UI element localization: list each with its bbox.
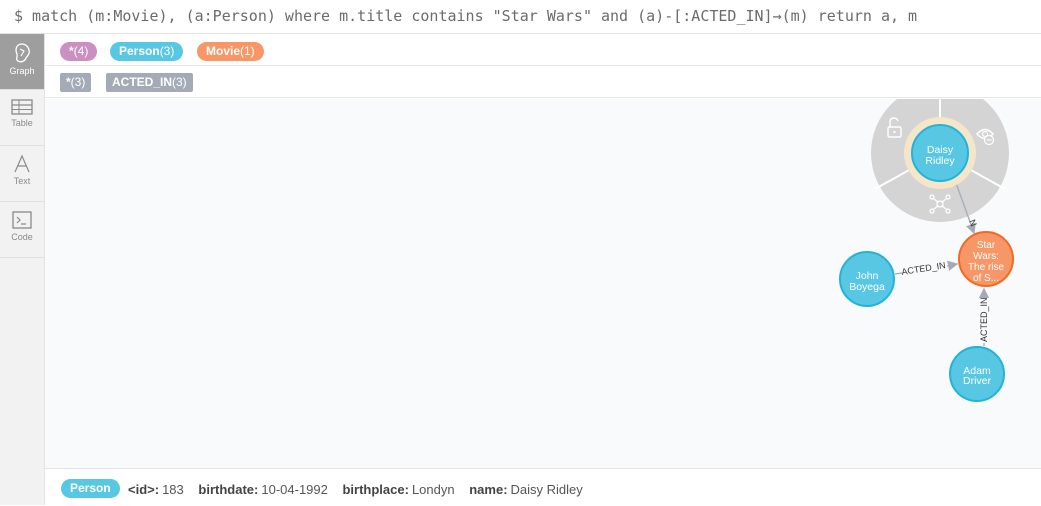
graph-view-button[interactable]: Graph	[0, 34, 44, 90]
rel-type-acted-in-name: ACTED_IN	[112, 75, 173, 89]
node-star-wars[interactable]: Star Wars: The rise of S...	[958, 231, 1014, 287]
node-caption: Wars:	[973, 251, 999, 262]
node-adam-driver[interactable]: Adam Driver	[949, 346, 1005, 402]
node-caption: Star	[977, 240, 996, 251]
node-label-all-count: (4)	[73, 44, 89, 58]
node-caption: Boyega	[849, 281, 885, 293]
table-view-button[interactable]: Table	[0, 90, 44, 146]
relationship-type-legend: *(3) ACTED_IN(3)	[45, 66, 1041, 98]
prop-key: name:	[469, 482, 508, 497]
rel-type-all-count: (3)	[70, 75, 86, 89]
node-caption: Driver	[963, 375, 992, 387]
node-label-person-name: Person	[119, 44, 160, 58]
prop-value: Daisy Ridley	[510, 482, 583, 497]
code-view-button[interactable]: Code	[0, 202, 44, 258]
node-caption: The rise	[968, 262, 1005, 273]
query-editor[interactable]: $ match (m:Movie), (a:Person) where m.ti…	[0, 0, 1041, 34]
graph-view-label: Graph	[9, 66, 35, 76]
prop-key: <id>:	[128, 482, 160, 497]
graph-icon	[15, 43, 30, 63]
node-daisy-ridley[interactable]: Daisy Ridley	[904, 117, 976, 189]
table-icon	[11, 99, 33, 115]
relationship-adam-to-movie[interactable]: ACTED_IN	[978, 287, 990, 346]
prop-value: 183	[162, 482, 184, 497]
code-icon	[12, 211, 32, 229]
node-label-all-pill[interactable]: *(4)	[60, 42, 98, 61]
graph-canvas[interactable]: N ACTED_IN ACTED_IN Daisy Ridley Star Wa…	[45, 99, 1041, 468]
node-label-movie-count: (1)	[240, 44, 255, 58]
node-label-movie-name: Movie	[206, 44, 241, 58]
relationship-label: ACTED_IN	[979, 297, 989, 342]
node-label-person-pill[interactable]: Person(3)	[110, 42, 184, 61]
node-label-person-count: (3)	[159, 44, 175, 58]
text-icon	[14, 154, 30, 173]
rel-type-all-pill[interactable]: *(3)	[60, 73, 92, 92]
prop-key: birthplace:	[342, 482, 409, 497]
node-properties: <id>: 183 birthdate: 10-04-1992 birthplace…	[128, 482, 594, 497]
rel-type-acted-in-count: (3)	[172, 75, 187, 89]
node-label-movie-pill[interactable]: Movie(1)	[197, 42, 264, 61]
code-view-label: Code	[11, 232, 33, 242]
text-view-label: Text	[13, 176, 31, 186]
prop-key: birthdate:	[198, 482, 259, 497]
prop-value: 10-04-1992	[261, 482, 328, 497]
node-john-boyega[interactable]: John Boyega	[839, 251, 895, 307]
property-inspector: Person <id>: 183 birthdate: 10-04-1992 bir…	[45, 468, 1041, 506]
node-label-legend: *(4) Person(3) Movie(1)	[45, 34, 1041, 66]
table-view-label: Table	[11, 118, 33, 128]
node-caption: of S...	[973, 273, 999, 284]
graph-svg[interactable]: N ACTED_IN ACTED_IN Daisy Ridley Star Wa…	[45, 99, 1041, 468]
rel-type-acted-in-pill[interactable]: ACTED_IN(3)	[106, 73, 193, 92]
selected-node-label[interactable]: Person	[61, 479, 120, 498]
relationship-john-to-movie[interactable]: ACTED_IN	[894, 260, 959, 277]
prop-value: Londyn	[411, 482, 455, 497]
text-view-button[interactable]: Text	[0, 146, 44, 202]
relationship-label: ACTED_IN	[901, 260, 947, 277]
node-caption: Ridley	[925, 155, 955, 167]
query-text[interactable]: $ match (m:Movie), (a:Person) where m.ti…	[14, 7, 917, 25]
view-sidebar: Graph Table Text Code	[0, 34, 45, 505]
